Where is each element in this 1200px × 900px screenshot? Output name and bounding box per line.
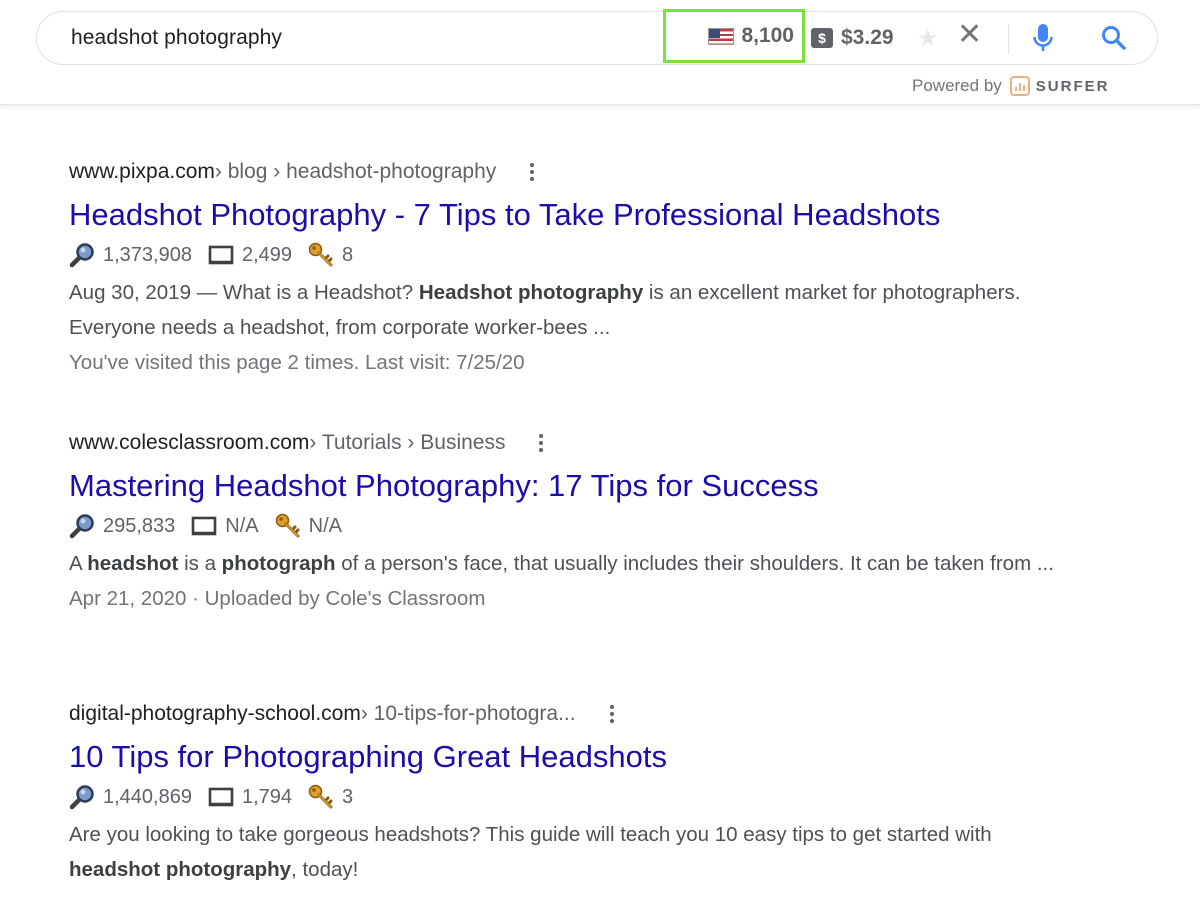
result-domain: www.colesclassroom.com xyxy=(69,431,310,454)
result-title-link[interactable]: Headshot Photography - 7 Tips to Take Pr… xyxy=(69,197,1069,233)
result-upload-note: Apr 21, 2020 · Uploaded by Cole's Classr… xyxy=(69,587,486,610)
us-flag-icon xyxy=(708,27,735,45)
result-metrics: 295,833 N/A N/A xyxy=(69,512,1069,540)
words-metric: 1,794 xyxy=(208,786,292,809)
traffic-value: 1,440,869 xyxy=(103,785,192,808)
keywords-value: N/A xyxy=(308,514,342,537)
magnifier-icon xyxy=(69,784,95,810)
words-value: 1,794 xyxy=(241,785,293,808)
magnifier-icon xyxy=(69,513,95,539)
keywords-value: 3 xyxy=(342,785,354,808)
traffic-metric: 1,440,869 xyxy=(69,784,192,810)
book-icon xyxy=(208,786,234,808)
keywords-metric: 8 xyxy=(308,242,353,268)
result-snippet: Are you looking to take gorgeous headsho… xyxy=(69,823,992,881)
result-metrics: 1,440,869 1,794 3 xyxy=(69,783,1069,811)
result-snippet: Aug 30, 2019 — What is a Headshot? Heads… xyxy=(69,281,1021,339)
more-options-icon[interactable] xyxy=(530,163,535,181)
powered-by-surfer[interactable]: Powered by SURFER xyxy=(912,76,1109,96)
powered-by-label: Powered by xyxy=(912,76,1002,95)
traffic-value: 1,373,908 xyxy=(103,243,192,266)
key-icon xyxy=(308,242,334,268)
result-domain: www.pixpa.com xyxy=(69,160,215,183)
traffic-value: 295,833 xyxy=(103,514,176,537)
more-options-icon[interactable] xyxy=(539,434,544,452)
search-volume-value: 8,100 xyxy=(741,24,794,47)
result-visited-note: You've visited this page 2 times. Last v… xyxy=(69,351,525,374)
clear-search-icon[interactable]: ✕ xyxy=(957,20,982,50)
result-breadcrumbs: › 10-tips-for-photogra... xyxy=(360,702,576,725)
result-url[interactable]: www.colesclassroom.com › Tutorials › Bus… xyxy=(69,428,1069,458)
magnifier-icon xyxy=(69,242,95,268)
search-result: digital-photography-school.com › 10-tips… xyxy=(69,699,1069,887)
search-box[interactable]: headshot photography 8,100 $ $3.29 ★ ✕ xyxy=(36,9,1158,65)
result-url[interactable]: www.pixpa.com › blog › headshot-photogra… xyxy=(69,157,1069,187)
result-domain: digital-photography-school.com xyxy=(69,702,361,725)
result-snippet: A headshot is a photograph of a person's… xyxy=(69,552,1054,575)
result-title-link[interactable]: 10 Tips for Photographing Great Headshot… xyxy=(69,739,1069,775)
key-icon xyxy=(308,784,334,810)
book-icon xyxy=(208,244,234,266)
words-metric: N/A xyxy=(191,514,259,538)
search-result: www.colesclassroom.com › Tutorials › Bus… xyxy=(69,428,1069,616)
surfer-logo-icon xyxy=(1009,76,1030,96)
result-breadcrumbs: › Tutorials › Business xyxy=(309,431,506,454)
keywords-value: 8 xyxy=(342,243,354,266)
result-breadcrumbs: › blog › headshot-photography xyxy=(214,160,497,183)
cpc-value: $3.29 xyxy=(841,26,894,49)
words-metric: 2,499 xyxy=(208,244,292,267)
search-header: headshot photography 8,100 $ $3.29 ★ ✕ P… xyxy=(0,0,1200,105)
result-metrics: 1,373,908 2,499 8 xyxy=(69,241,1069,269)
words-value: 2,499 xyxy=(241,243,293,266)
keyword-volume-badge: 8,100 xyxy=(663,9,805,63)
traffic-metric: 1,373,908 xyxy=(69,242,192,268)
divider xyxy=(1008,24,1009,54)
result-title-link[interactable]: Mastering Headshot Photography: 17 Tips … xyxy=(69,468,1069,504)
more-options-icon[interactable] xyxy=(609,705,614,723)
search-query[interactable]: headshot photography xyxy=(71,26,282,50)
words-value: N/A xyxy=(225,514,259,537)
keyword-cpc-badge: $ $3.29 xyxy=(811,26,894,50)
dollar-icon: $ xyxy=(811,28,833,48)
traffic-metric: 295,833 xyxy=(69,513,175,539)
microphone-icon[interactable] xyxy=(1033,24,1053,59)
keywords-metric: 3 xyxy=(308,784,353,810)
star-icon[interactable]: ★ xyxy=(917,24,939,53)
result-url[interactable]: digital-photography-school.com › 10-tips… xyxy=(69,699,1069,729)
surfer-brand: SURFER xyxy=(1035,77,1110,95)
search-icon[interactable] xyxy=(1101,25,1127,56)
book-icon xyxy=(191,515,217,537)
keywords-metric: N/A xyxy=(275,513,342,539)
search-result: www.pixpa.com › blog › headshot-photogra… xyxy=(69,157,1069,380)
key-icon xyxy=(275,513,301,539)
